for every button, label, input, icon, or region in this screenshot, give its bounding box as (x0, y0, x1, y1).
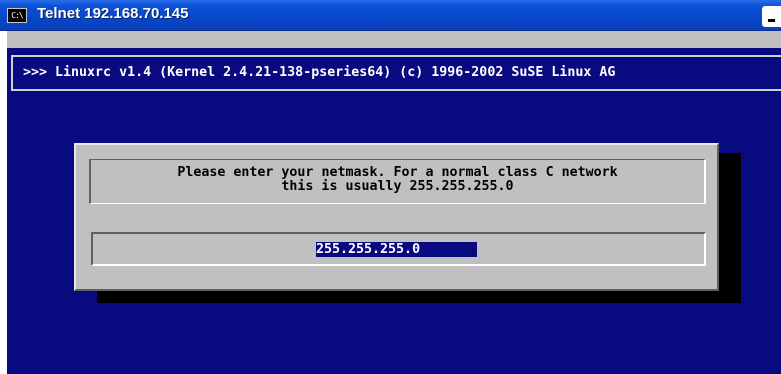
dialog-message-line: Please enter your netmask. For a normal … (177, 165, 618, 180)
linuxrc-header: >>> Linuxrc v1.4 (Kernel 2.4.21-138-pser… (11, 55, 781, 91)
window-title: Telnet 192.168.70.145 (37, 5, 189, 22)
window-frame (0, 31, 7, 374)
console-top-bar (7, 31, 781, 48)
title-bar[interactable]: C:\ Telnet 192.168.70.145 (0, 0, 781, 31)
telnet-window: C:\ Telnet 192.168.70.145 >>> Linuxrc v1… (0, 0, 781, 374)
console-icon[interactable]: C:\ (7, 8, 27, 23)
dialog-message-line: this is usually 255.255.255.0 (281, 179, 514, 194)
netmask-input-value[interactable]: 255.255.255.0 (316, 242, 477, 257)
netmask-dialog: Please enter your netmask. For a normal … (74, 143, 719, 291)
dialog-message: Please enter your netmask. For a normal … (89, 159, 706, 204)
linuxrc-header-text: >>> Linuxrc v1.4 (Kernel 2.4.21-138-pser… (23, 65, 616, 80)
minimize-icon (768, 19, 775, 22)
minimize-button[interactable] (762, 6, 781, 27)
console-screen[interactable]: >>> Linuxrc v1.4 (Kernel 2.4.21-138-pser… (7, 31, 781, 374)
netmask-input-field[interactable]: 255.255.255.0 (91, 232, 706, 266)
